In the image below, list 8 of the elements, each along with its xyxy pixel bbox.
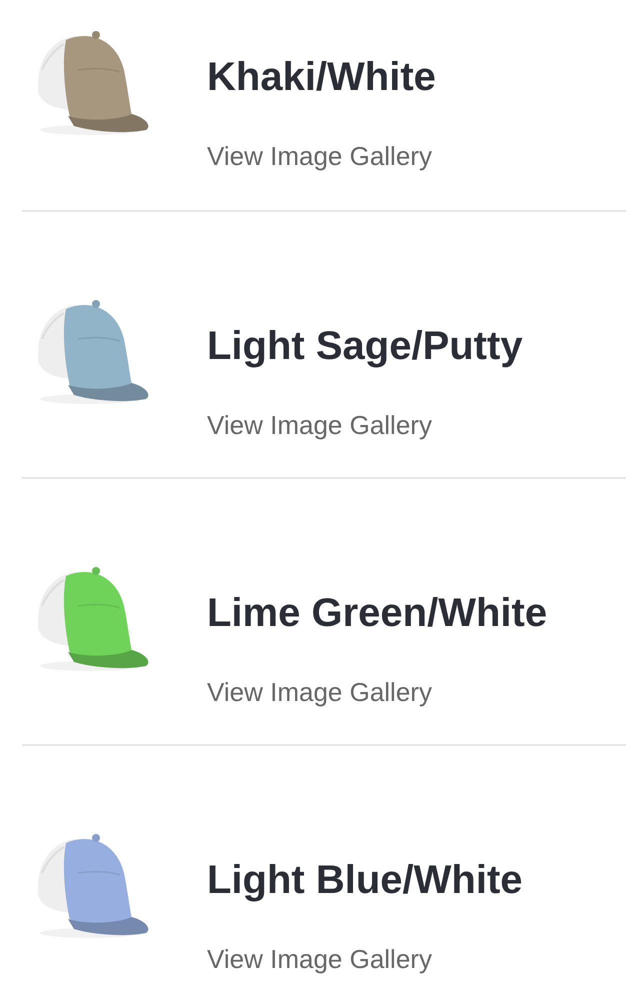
gallery-link[interactable]: View Image Gallery — [207, 409, 523, 441]
gallery-link[interactable]: View Image Gallery — [207, 943, 523, 975]
product-title: Light Sage/Putty — [207, 323, 523, 370]
product-title: Lime Green/White — [207, 590, 548, 637]
gallery-link[interactable]: View Image Gallery — [207, 140, 436, 172]
gallery-link[interactable]: View Image Gallery — [207, 676, 548, 708]
product-title: Khaki/White — [207, 54, 436, 101]
product-title: Light Blue/White — [207, 857, 523, 904]
